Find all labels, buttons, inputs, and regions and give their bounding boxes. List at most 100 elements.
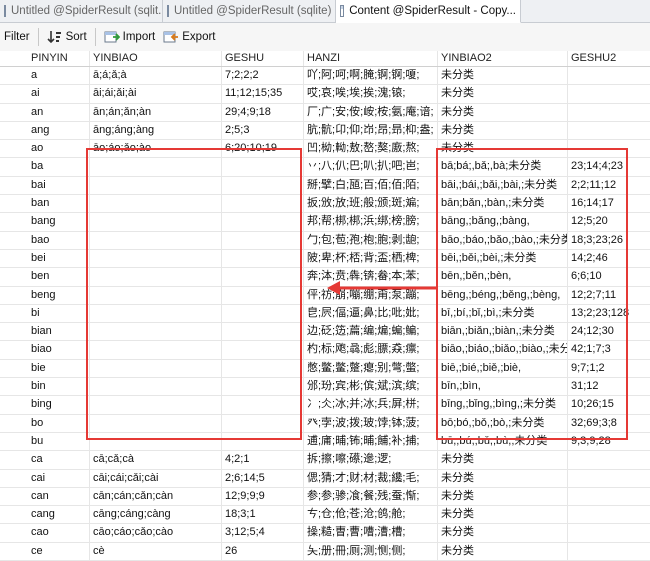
cell-yinbiao[interactable]: āo;áo;ǎo;ào: [90, 140, 222, 158]
column-header-hanzi[interactable]: HANZI: [304, 51, 438, 66]
cell-pinyin[interactable]: bei: [28, 249, 90, 268]
cell-geshu[interactable]: 6;20;10;19: [222, 140, 304, 158]
cell-pinyin[interactable]: bie: [28, 359, 90, 378]
cell-geshu2[interactable]: [568, 470, 650, 487]
cell-geshu[interactable]: 7;2;2;2: [222, 67, 304, 85]
table-row[interactable]: bai 掰;擘;白;瓸;百;佰;佰;陌; bāi,;bái,;bǎi,;bài,;未…: [0, 176, 650, 196]
cell-geshu[interactable]: 4;2;1: [222, 451, 304, 469]
cell-yinbiao[interactable]: [90, 249, 222, 268]
cell-hanzi[interactable]: 拆;擦;嚓;礤;遪;逻;: [304, 451, 438, 469]
column-header-pinyin[interactable]: PINYIN: [28, 51, 90, 66]
cell-geshu2[interactable]: 13;2;23;128: [568, 305, 650, 322]
cell-yinbiao2[interactable]: bā;bá;,bǎ;,bà;未分类: [438, 158, 568, 176]
cell-geshu[interactable]: 12;9;9;9: [222, 487, 304, 506]
cell-hanzi[interactable]: 皀;屄;偪;逼;鼻;比;吡;妣;: [304, 304, 438, 323]
cell-geshu2[interactable]: 2;2;11;12: [568, 177, 650, 194]
filter-button[interactable]: Filter: [0, 26, 34, 48]
cell-yinbiao[interactable]: āi;ái;ǎi;ài: [90, 85, 222, 103]
tab-untitled-1[interactable]: Untitled @SpiderResult (sqlit...: [0, 0, 163, 22]
cell-hanzi[interactable]: 奔;泍;贲;犇;锛;畚;本;苯;: [304, 268, 438, 286]
cell-geshu[interactable]: [222, 396, 304, 414]
export-button[interactable]: Export: [159, 26, 219, 48]
cell-hanzi[interactable]: 吖;阿;呵;啊;腌;锕;锕;嗄;: [304, 67, 438, 85]
cell-geshu2[interactable]: 24;12;30: [568, 323, 650, 340]
table-row[interactable]: ce cè 26 夨;册;冊;厕;测;恻;侧; 未分类: [0, 542, 650, 561]
cell-yinbiao2[interactable]: 未分类: [438, 67, 568, 85]
cell-yinbiao2[interactable]: 未分类: [438, 103, 568, 121]
cell-geshu[interactable]: [222, 268, 304, 286]
column-header-yinbiao[interactable]: YINBIAO: [90, 51, 222, 66]
cell-pinyin[interactable]: ang: [28, 121, 90, 140]
cell-yinbiao2[interactable]: 未分类: [438, 121, 568, 140]
cell-yinbiao2[interactable]: 未分类: [438, 85, 568, 103]
cell-yinbiao2[interactable]: bō;bó,;bǒ,;bò,;未分类: [438, 414, 568, 432]
cell-geshu2[interactable]: 23;14;4;23: [568, 158, 650, 175]
cell-geshu[interactable]: [222, 231, 304, 249]
cell-geshu2[interactable]: 9;7;1;2: [568, 360, 650, 377]
cell-yinbiao2[interactable]: bēng,;béng,;běng,;bèng,: [438, 286, 568, 304]
cell-yinbiao[interactable]: [90, 158, 222, 176]
cell-yinbiao[interactable]: cāi;cái;cǎi;cài: [90, 469, 222, 487]
cell-geshu[interactable]: 2;6;14;5: [222, 469, 304, 487]
cell-pinyin[interactable]: bi: [28, 304, 90, 323]
cell-hanzi[interactable]: 伻;祊;崩;嘣;绷;甭;泵;蹦;: [304, 286, 438, 304]
cell-pinyin[interactable]: can: [28, 487, 90, 506]
cell-geshu2[interactable]: 16;14;17: [568, 195, 650, 212]
cell-geshu[interactable]: 11;12;15;35: [222, 85, 304, 103]
cell-yinbiao2[interactable]: bāng,;bǎng,;bàng,: [438, 213, 568, 231]
cell-geshu2[interactable]: [568, 104, 650, 121]
cell-geshu2[interactable]: [568, 67, 650, 84]
cell-yinbiao[interactable]: cān;cán;cǎn;càn: [90, 487, 222, 506]
table-row[interactable]: bang 邦;帮;梆;梆;浜;绑;榜;膀; bāng,;bǎng,;bàng, 12;…: [0, 213, 650, 232]
cell-pinyin[interactable]: ai: [28, 85, 90, 103]
cell-hanzi[interactable]: 边;砭;笾;萹;编;煸;蝙;鳊;: [304, 323, 438, 341]
cell-yinbiao2[interactable]: 未分类: [438, 140, 568, 158]
table-row[interactable]: biao 杓;标;飑;骉;彪;膘;猋;瘭; biāo,;biáo,;biǎo,;bi…: [0, 341, 650, 360]
cell-yinbiao2[interactable]: 未分类: [438, 487, 568, 506]
cell-yinbiao[interactable]: cè: [90, 542, 222, 561]
cell-pinyin[interactable]: bang: [28, 213, 90, 231]
cell-geshu[interactable]: [222, 378, 304, 396]
cell-geshu2[interactable]: 42;1;7;3: [568, 341, 650, 358]
table-row[interactable]: ba 丷;八;仈;巴;叭;扒;吧;岜; bā;bá;,bǎ;,bà;未分类 23;14…: [0, 158, 650, 177]
cell-hanzi[interactable]: 肮;骯;卬;仰;岇;昂;昻;枊;盎;: [304, 121, 438, 140]
cell-hanzi[interactable]: 邠;玢;宾;彬;傧;斌;滨;缤;: [304, 378, 438, 396]
cell-pinyin[interactable]: bai: [28, 176, 90, 195]
cell-yinbiao2[interactable]: bū,;bú,;bǔ,;bù,;未分类: [438, 432, 568, 451]
cell-geshu[interactable]: [222, 432, 304, 451]
cell-geshu[interactable]: [222, 323, 304, 341]
cell-hanzi[interactable]: 夨;册;冊;厕;测;恻;侧;: [304, 542, 438, 561]
cell-yinbiao[interactable]: [90, 304, 222, 323]
cell-hanzi[interactable]: 冫;仌;冰;并;冰;兵;屏;栟;: [304, 396, 438, 414]
sort-button[interactable]: Sort: [43, 26, 91, 48]
cell-pinyin[interactable]: a: [28, 67, 90, 85]
cell-yinbiao2[interactable]: bīng,;bǐng,;bìng,;未分类: [438, 396, 568, 414]
table-row[interactable]: bian 边;砭;笾;萹;编;煸;蝙;鳊; biān,;biǎn,;biàn,;未分…: [0, 323, 650, 342]
cell-geshu2[interactable]: [568, 451, 650, 468]
cell-yinbiao2[interactable]: bāi,;bái,;bǎi,;bài,;未分类: [438, 176, 568, 195]
cell-yinbiao2[interactable]: biē,;bié,;biě,;biè,: [438, 359, 568, 378]
table-row[interactable]: bi 皀;屄;偪;逼;鼻;比;吡;妣; bī,;bí,;bǐ,;bì,;未分类 13;…: [0, 304, 650, 324]
cell-geshu2[interactable]: [568, 140, 650, 157]
cell-geshu[interactable]: [222, 304, 304, 323]
tab-untitled-2[interactable]: Untitled @SpiderResult (sqlite) ...: [163, 0, 336, 22]
cell-yinbiao[interactable]: ā;á;ǎ;à: [90, 67, 222, 85]
cell-geshu[interactable]: [222, 286, 304, 304]
cell-yinbiao[interactable]: [90, 432, 222, 451]
table-row[interactable]: bin 邠;玢;宾;彬;傧;斌;滨;缤; bīn,;bìn, 31;12: [0, 378, 650, 397]
cell-yinbiao2[interactable]: bēn,;běn,;bèn,: [438, 268, 568, 286]
cell-yinbiao[interactable]: [90, 341, 222, 359]
cell-hanzi[interactable]: 逋;庯;晡;钸;晡;餔;补;捕;: [304, 432, 438, 451]
cell-yinbiao2[interactable]: bēi,;běi,;bèi,;未分类: [438, 249, 568, 268]
cell-yinbiao[interactable]: [90, 396, 222, 414]
cell-pinyin[interactable]: cang: [28, 506, 90, 524]
cell-yinbiao[interactable]: [90, 323, 222, 341]
cell-pinyin[interactable]: ce: [28, 542, 90, 561]
cell-pinyin[interactable]: ca: [28, 451, 90, 469]
import-button[interactable]: Import: [100, 26, 160, 48]
cell-pinyin[interactable]: beng: [28, 286, 90, 304]
cell-yinbiao2[interactable]: bī,;bí,;bǐ,;bì,;未分类: [438, 304, 568, 323]
cell-yinbiao[interactable]: [90, 359, 222, 378]
cell-yinbiao[interactable]: [90, 176, 222, 195]
cell-pinyin[interactable]: bing: [28, 396, 90, 414]
